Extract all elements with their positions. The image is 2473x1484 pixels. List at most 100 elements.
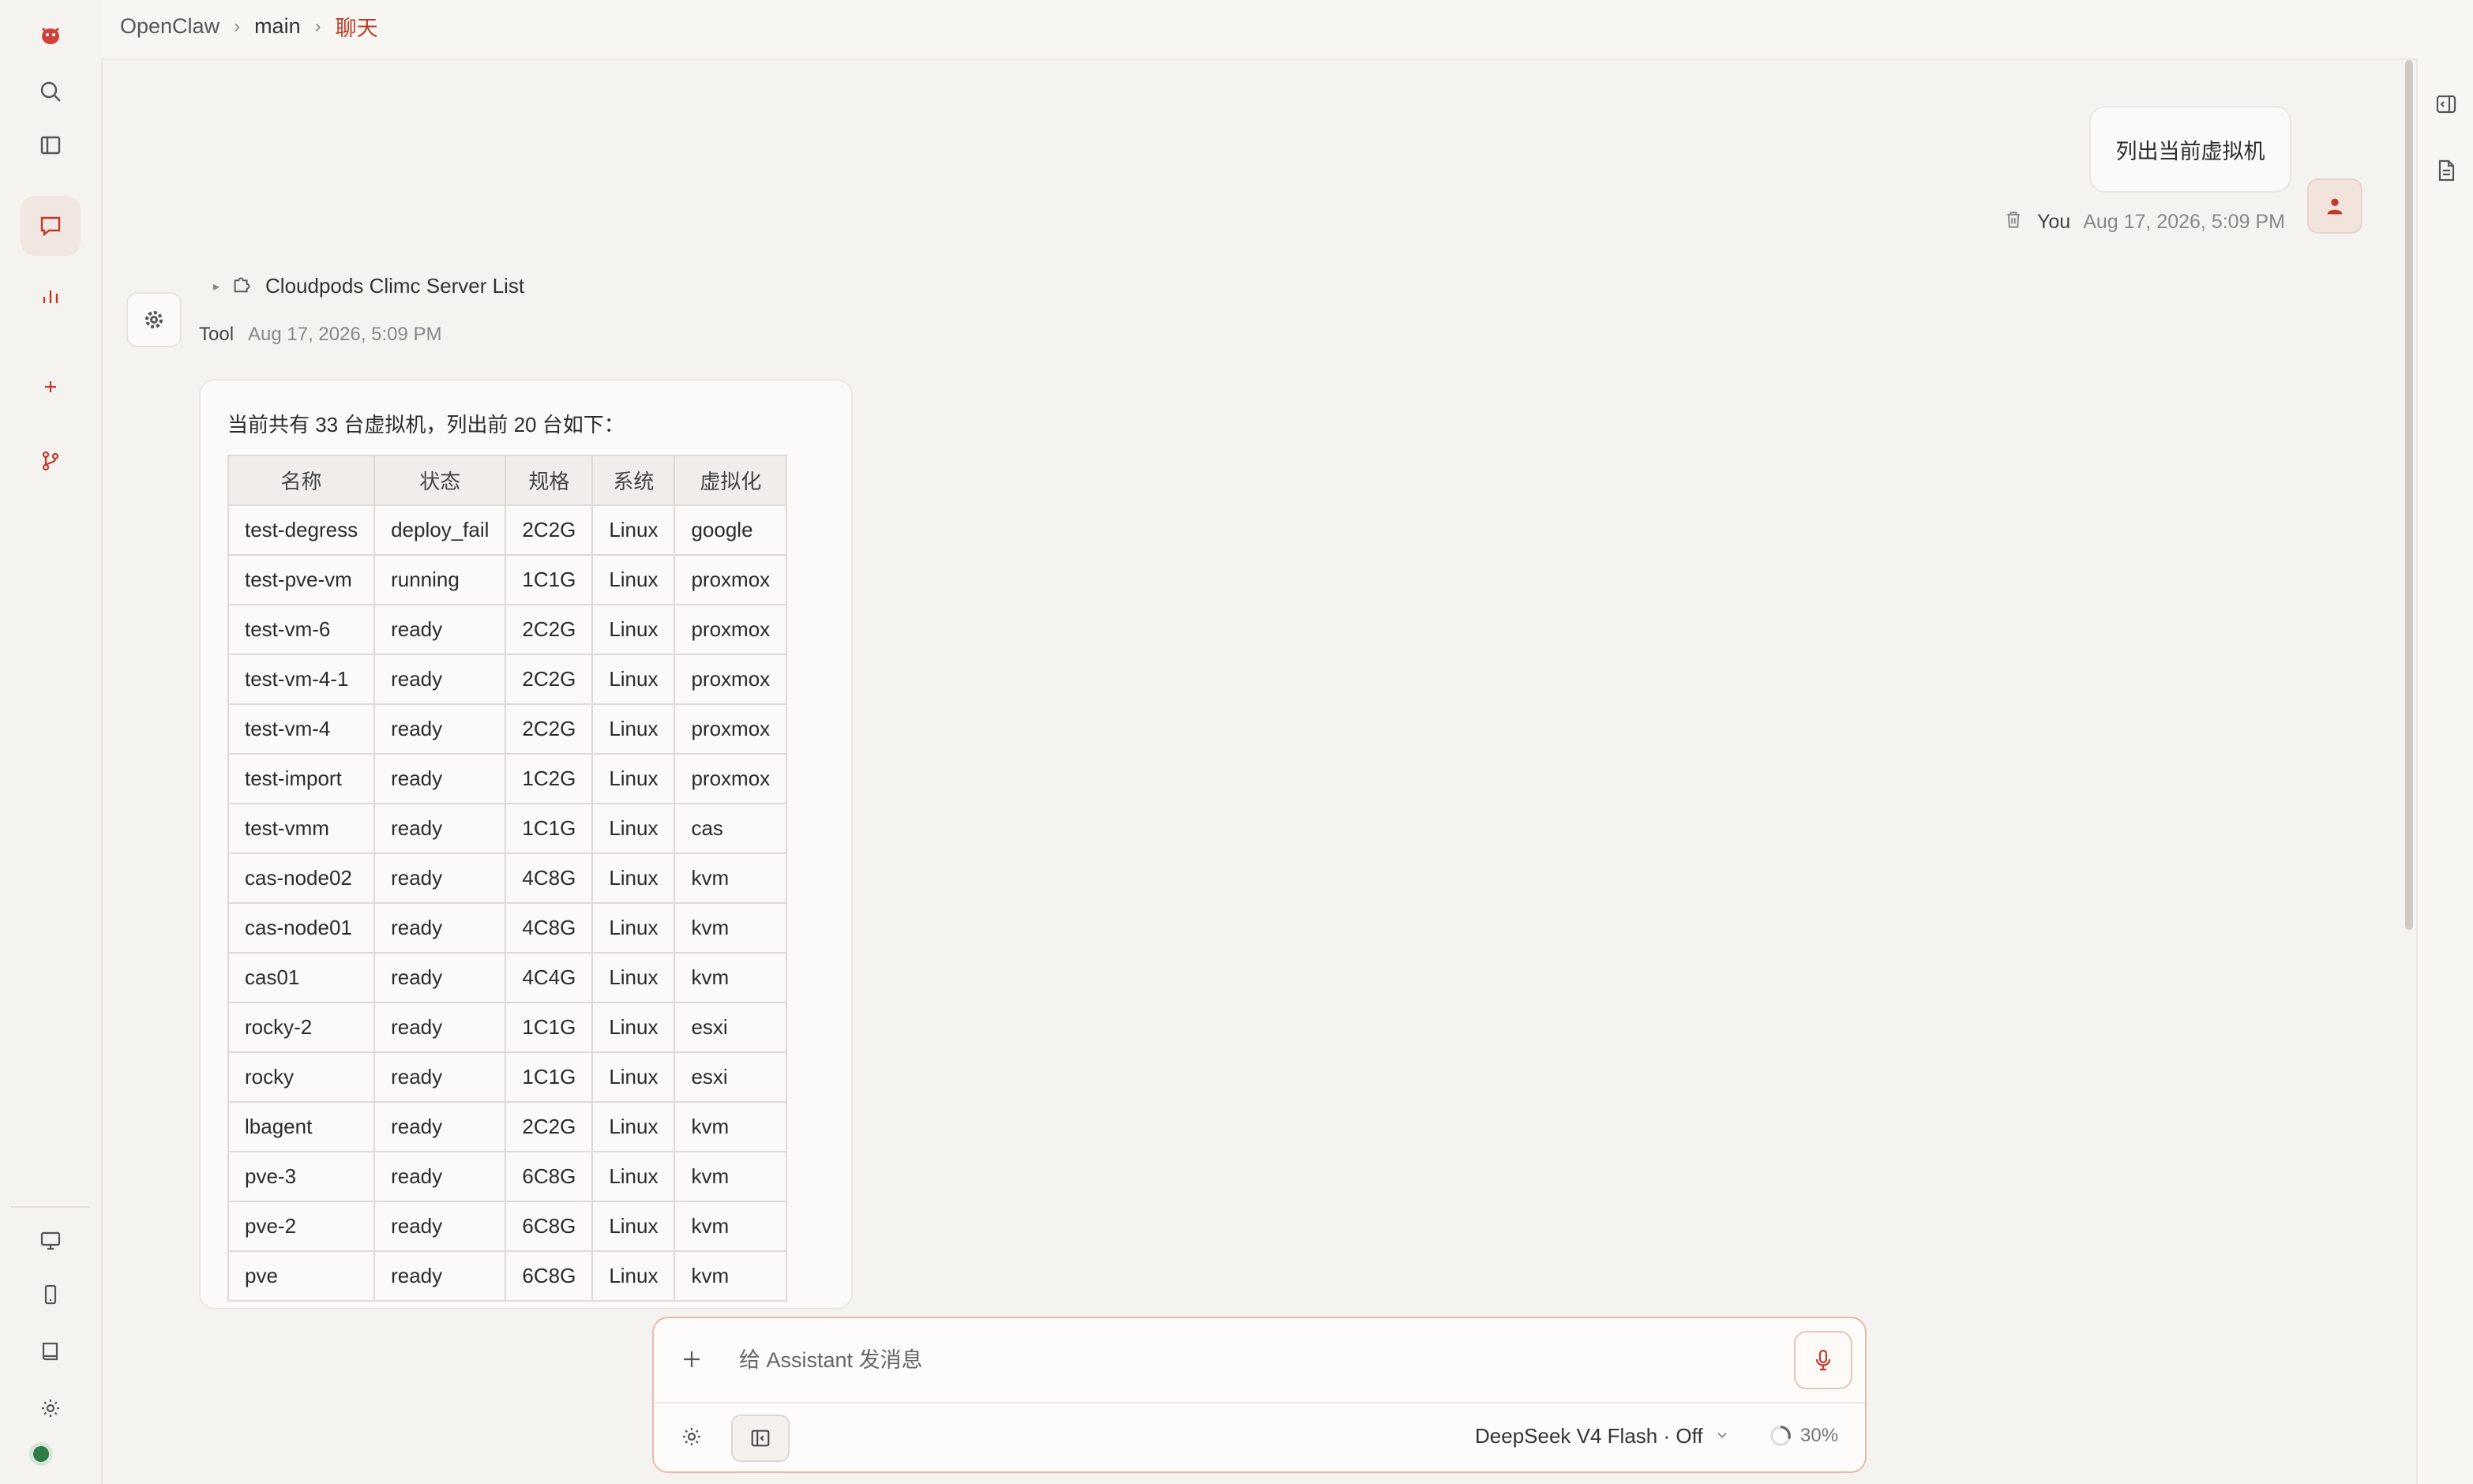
microphone-icon	[1815, 1349, 1831, 1371]
breadcrumb: OpenClaw › main › 聊天	[120, 11, 378, 42]
table-cell: kvm	[674, 1101, 788, 1152]
model-name: DeepSeek V4 Flash · Off	[1475, 1424, 1703, 1448]
branch-icon[interactable]	[21, 431, 81, 491]
table-cell: 6C8G	[505, 1151, 594, 1202]
context-usage-value: 30%	[1800, 1425, 1839, 1446]
model-selector[interactable]: DeepSeek V4 Flash · Off	[1475, 1424, 1730, 1448]
breadcrumb-agent[interactable]: main	[254, 14, 301, 39]
table-cell: ready	[373, 703, 507, 755]
sidebar-toggle-icon[interactable]	[21, 115, 81, 175]
panel-icon	[751, 1430, 770, 1447]
docs-book-icon[interactable]	[21, 1321, 81, 1381]
microphone-button[interactable]	[1794, 1331, 1852, 1389]
table-cell: Linux	[591, 703, 676, 755]
expand-caret-icon[interactable]: ▸	[213, 279, 220, 294]
tool-author: Tool	[199, 324, 235, 345]
table-cell: Linux	[591, 753, 676, 804]
document-icon[interactable]	[2430, 155, 2462, 186]
table-cell: cas-node01	[227, 902, 376, 954]
toggle-panel-button[interactable]	[731, 1415, 790, 1462]
table-cell: 6C8G	[505, 1201, 594, 1252]
tool-result-card: 当前共有 33 台虚拟机，列出前 20 台如下： 名称 状态 规格 系统 虚拟化 tes…	[199, 379, 853, 1310]
composer-settings-icon[interactable]	[676, 1421, 707, 1452]
breadcrumb-separator: ›	[234, 15, 241, 37]
table-cell: ready	[373, 1101, 507, 1152]
vm-table: 名称 状态 规格 系统 虚拟化 test-degress deploy_fail 2C2G L…	[227, 455, 788, 1302]
table-row: test-vmm ready 1C1G Linux cas	[227, 803, 788, 854]
table-header-cell: 名称	[227, 455, 376, 506]
progress-ring-icon	[1770, 1426, 1791, 1446]
table-cell: proxmox	[674, 654, 788, 705]
table-cell: kvm	[674, 1151, 788, 1202]
app-logo-icon[interactable]	[21, 5, 81, 65]
table-cell: Linux	[591, 654, 676, 705]
message-input[interactable]	[737, 1340, 1649, 1380]
settings-gear-icon[interactable]	[21, 1378, 81, 1438]
table-cell: Linux	[591, 1101, 676, 1152]
table-cell: kvm	[674, 952, 788, 1003]
context-usage-indicator: 30%	[1769, 1424, 1838, 1448]
table-cell: 4C8G	[505, 853, 594, 904]
mobile-icon[interactable]	[21, 1265, 81, 1325]
table-cell: ready	[373, 1002, 507, 1053]
table-cell: proxmox	[674, 753, 788, 804]
table-cell: test-vmm	[227, 803, 376, 854]
chat-nav-icon[interactable]	[21, 196, 81, 256]
table-cell: ready	[373, 1151, 507, 1202]
table-cell: rocky	[227, 1051, 376, 1103]
table-cell: cas-node02	[227, 853, 376, 904]
user-message-meta: You Aug 17, 2026, 5:09 PM	[2002, 208, 2285, 236]
table-cell: kvm	[674, 853, 788, 904]
table-cell: ready	[373, 952, 507, 1003]
table-cell: Linux	[591, 902, 676, 954]
table-cell: Linux	[591, 952, 676, 1003]
message-composer: DeepSeek V4 Flash · Off 30%	[652, 1317, 1867, 1473]
search-icon[interactable]	[21, 62, 81, 122]
table-cell: Linux	[591, 853, 676, 904]
chevron-down-icon	[1714, 1424, 1730, 1448]
table-cell: ready	[373, 803, 507, 854]
table-cell: 1C1G	[505, 1002, 594, 1053]
tool-name: Cloudpods Climc Server List	[265, 274, 525, 298]
delete-message-icon[interactable]	[2002, 208, 2025, 236]
table-cell: test-vm-4-1	[227, 654, 376, 705]
desktop-icon[interactable]	[21, 1211, 81, 1271]
table-row: rocky ready 1C1G Linux esxi	[227, 1051, 788, 1103]
table-row: pve-3 ready 6C8G Linux kvm	[227, 1151, 788, 1202]
table-cell: Linux	[591, 504, 676, 556]
table-cell: ready	[373, 753, 507, 804]
breadcrumb-root[interactable]: OpenClaw	[120, 14, 220, 39]
user-avatar	[2307, 178, 2362, 234]
table-body: test-degress deploy_fail 2C2G Linux google te…	[227, 504, 788, 1302]
connection-status-dot	[33, 1446, 49, 1462]
attach-plus-button[interactable]	[676, 1343, 707, 1375]
table-cell: 2C2G	[505, 1101, 594, 1152]
user-message-bubble: 列出当前虚拟机	[2089, 106, 2291, 193]
table-cell: Linux	[591, 1201, 676, 1252]
chat-scrollbar[interactable]	[2405, 60, 2413, 930]
table-cell: Linux	[591, 1051, 676, 1103]
table-cell: 2C2G	[505, 504, 594, 556]
table-cell: Linux	[591, 604, 676, 655]
left-rail	[0, 0, 103, 1484]
table-row: test-vm-4 ready 2C2G Linux proxmox	[227, 703, 788, 755]
table-cell: esxi	[674, 1002, 788, 1053]
analytics-icon[interactable]	[21, 265, 81, 325]
rail-divider	[11, 1206, 90, 1208]
table-cell: ready	[373, 902, 507, 954]
table-row: pve-2 ready 6C8G Linux kvm	[227, 1201, 788, 1252]
table-cell: test-import	[227, 753, 376, 804]
tool-call-header[interactable]: ▸ Cloudpods Climc Server List	[213, 272, 524, 301]
table-cell: 4C4G	[505, 952, 594, 1003]
top-bar: OpenClaw › main › 聊天	[101, 0, 2473, 60]
table-header-cell: 状态	[373, 455, 507, 506]
table-cell: rocky-2	[227, 1002, 376, 1053]
user-message-text: 列出当前虚拟机	[2115, 139, 2265, 163]
table-cell: ready	[373, 604, 507, 655]
new-item-icon[interactable]	[21, 357, 81, 417]
table-row: test-vm-6 ready 2C2G Linux proxmox	[227, 604, 788, 655]
table-cell: 1C1G	[505, 554, 594, 605]
table-row: test-pve-vm running 1C1G Linux proxmox	[227, 554, 788, 605]
table-cell: 1C1G	[505, 1051, 594, 1103]
panel-collapse-icon[interactable]	[2430, 88, 2462, 120]
